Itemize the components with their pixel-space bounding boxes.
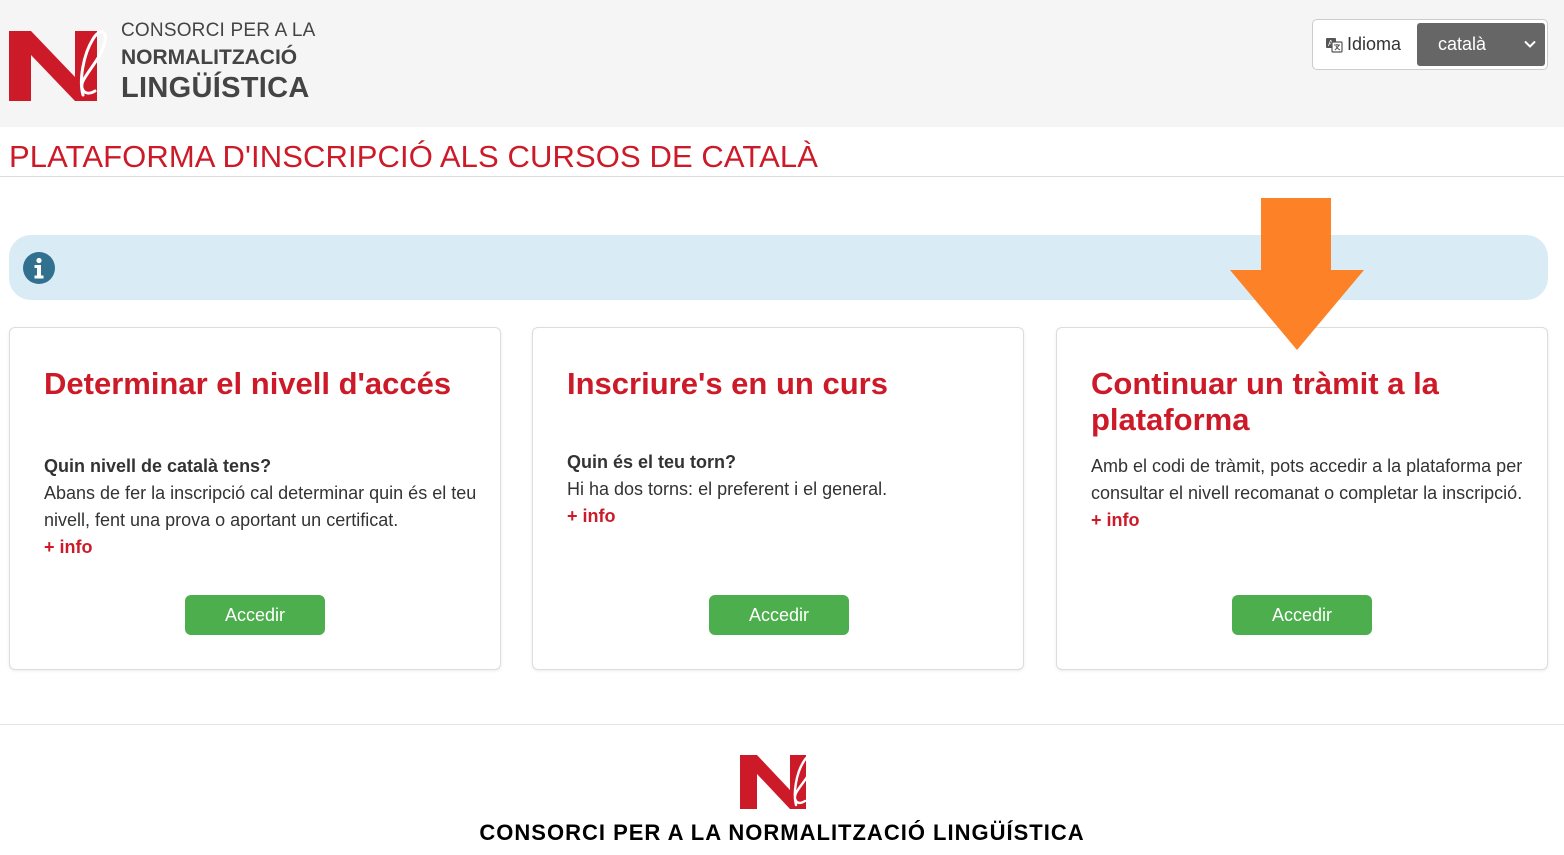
footer-name: CONSORCI PER A LA NORMALITZACIÓ LINGÜÍST… [479, 820, 1085, 845]
footer-divider [0, 724, 1564, 725]
card-text: Amb el codi de tràmit, pots accedir a la… [1091, 456, 1523, 503]
header: CONSORCI PER A LA NORMALITZACIÓ LINGÜÍST… [0, 0, 1564, 127]
title-divider [0, 176, 1564, 177]
chevron-down-icon [1524, 40, 1536, 48]
page-title: PLATAFORMA D'INSCRIPCIÓ ALS CURSOS DE CA… [9, 139, 819, 174]
card-text: Hi ha dos torns: el preferent i el gener… [567, 479, 888, 499]
card-body: Amb el codi de tràmit, pots accedir a la… [1091, 453, 1531, 534]
logo-line-2: NORMALITZACIÓ [121, 46, 298, 69]
more-info-link[interactable]: + info [567, 503, 1007, 530]
card-title: Inscriure's en un curs [567, 366, 888, 401]
logo-text: CONSORCI PER A LA NORMALITZACIÓ LINGÜÍST… [121, 20, 331, 104]
logo[interactable]: CONSORCI PER A LA NORMALITZACIÓ LINGÜÍST… [9, 20, 329, 104]
language-selector: A Idioma català [1312, 19, 1548, 70]
more-info-link[interactable]: + info [44, 534, 484, 561]
more-info-link[interactable]: + info [1091, 507, 1531, 534]
logo-line-3: LINGÜÍSTICA [121, 72, 310, 104]
language-label: A Idioma [1325, 20, 1401, 69]
access-button[interactable]: Accedir [1232, 595, 1372, 635]
access-button[interactable]: Accedir [185, 595, 325, 635]
language-icon: A [1326, 37, 1343, 53]
card-title: Continuar un tràmit a la plataforma [1091, 366, 1439, 437]
language-label-text: Idioma [1347, 34, 1402, 54]
card-continue-process: Continuar un tràmit a la plataforma Amb … [1056, 327, 1548, 670]
language-selected-value: català [1438, 34, 1487, 54]
card-title: Determinar el nivell d'accés [44, 366, 452, 401]
language-select[interactable]: català [1417, 23, 1545, 66]
card-text: Abans de fer la inscripció cal determina… [44, 483, 477, 530]
card-body: Quin és el teu torn? Hi ha dos torns: el… [567, 449, 1007, 530]
card-enroll-course: Inscriure's en un curs Quin és el teu to… [532, 327, 1024, 670]
logo-mark-icon [9, 30, 107, 101]
footer-logo-icon [740, 754, 815, 809]
card-body: Quin nivell de català tens? Abans de fer… [44, 453, 484, 561]
card-question: Quin nivell de català tens? [44, 456, 272, 476]
card-determine-level: Determinar el nivell d'accés Quin nivell… [9, 327, 501, 670]
arrow-down-icon [1230, 198, 1364, 350]
logo-line-1: CONSORCI PER A LA [121, 20, 316, 41]
card-question: Quin és el teu torn? [567, 452, 737, 472]
info-icon [23, 252, 55, 284]
access-button[interactable]: Accedir [709, 595, 849, 635]
